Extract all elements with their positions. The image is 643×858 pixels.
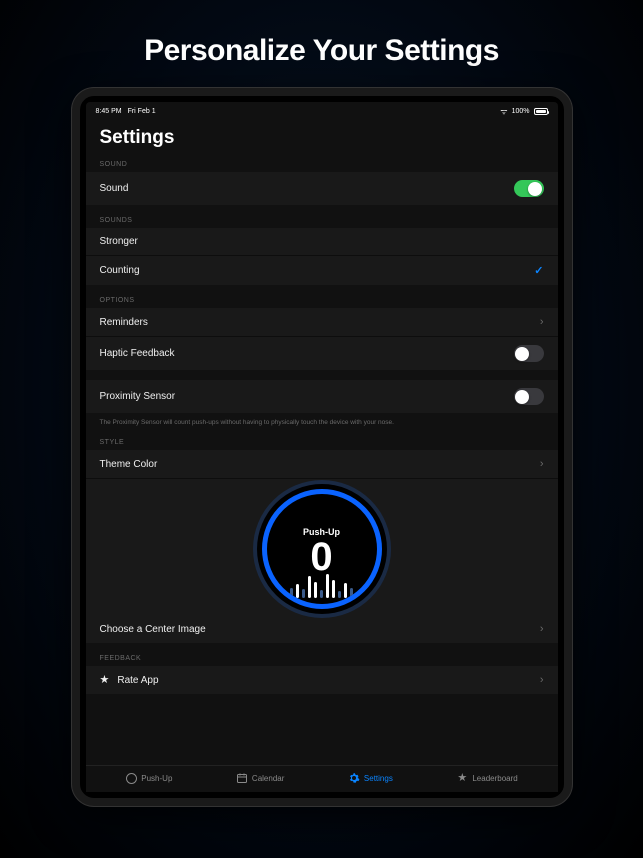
- row-label: Counting: [100, 265, 140, 276]
- battery-pct: 100%: [512, 108, 530, 115]
- tab-calendar[interactable]: Calendar: [236, 772, 284, 784]
- chevron-right-icon: ›: [540, 316, 544, 328]
- settings-content: SOUND Sound SOUNDS Stronger Counting ✓ O…: [86, 155, 558, 765]
- row-label: Rate App: [117, 675, 158, 686]
- tab-label: Leaderboard: [472, 774, 517, 783]
- center-widget-preview: Push-Up 0: [86, 479, 558, 615]
- chevron-right-icon: ›: [540, 458, 544, 470]
- chevron-right-icon: ›: [540, 623, 544, 635]
- row-label: Sound: [100, 183, 129, 194]
- star-icon: ★: [456, 772, 468, 784]
- section-header-sounds: SOUNDS: [86, 207, 558, 228]
- row-label: Reminders: [100, 317, 148, 328]
- chevron-right-icon: ›: [540, 674, 544, 686]
- star-icon: ★: [100, 675, 110, 686]
- row-label: Choose a Center Image: [100, 624, 206, 635]
- widget-bars: [267, 568, 377, 598]
- section-header-options: OPTIONS: [86, 287, 558, 308]
- row-haptic[interactable]: Haptic Feedback: [86, 337, 558, 370]
- row-rate-app[interactable]: ★ Rate App ›: [86, 666, 558, 694]
- row-sound-option-stronger[interactable]: Stronger: [86, 228, 558, 256]
- row-reminders[interactable]: Reminders ›: [86, 308, 558, 337]
- section-header-feedback: FEEDBACK: [86, 645, 558, 666]
- tab-pushup[interactable]: Push-Up: [125, 772, 172, 784]
- row-center-image[interactable]: Choose a Center Image ›: [86, 615, 558, 643]
- section-header-style: STYLE: [86, 429, 558, 450]
- row-label: Stronger: [100, 236, 138, 247]
- tab-leaderboard[interactable]: ★ Leaderboard: [456, 772, 517, 784]
- row-label: Proximity Sensor: [100, 391, 176, 402]
- calendar-icon: [236, 772, 248, 784]
- section-header-sound: SOUND: [86, 155, 558, 172]
- app-screen: 8:45 PM Fri Feb 1 ᯤ 100% Settings SOUND …: [86, 102, 558, 792]
- proximity-note: The Proximity Sensor will count push-ups…: [86, 415, 558, 429]
- tab-settings[interactable]: Settings: [348, 772, 393, 784]
- toggle-proximity[interactable]: [514, 388, 544, 405]
- checkmark-icon: ✓: [534, 264, 543, 277]
- hero-title: Personalize Your Settings: [0, 0, 643, 88]
- wifi-icon: ᯤ: [500, 106, 507, 117]
- row-label: Haptic Feedback: [100, 348, 175, 359]
- row-theme-color[interactable]: Theme Color ›: [86, 450, 558, 479]
- tab-label: Push-Up: [141, 774, 172, 783]
- row-sound-option-counting[interactable]: Counting ✓: [86, 256, 558, 285]
- status-date: Fri Feb 1: [128, 108, 156, 115]
- row-label: Theme Color: [100, 459, 158, 470]
- toggle-sound[interactable]: [514, 180, 544, 197]
- tab-label: Calendar: [252, 774, 284, 783]
- tab-label: Settings: [364, 774, 393, 783]
- status-time: 8:45 PM: [96, 108, 122, 115]
- pushup-counter-widget: Push-Up 0: [262, 489, 382, 609]
- gear-icon: [348, 772, 360, 784]
- page-title: Settings: [86, 119, 558, 155]
- toggle-haptic[interactable]: [514, 345, 544, 362]
- status-bar: 8:45 PM Fri Feb 1 ᯤ 100%: [86, 102, 558, 119]
- row-proximity[interactable]: Proximity Sensor: [86, 380, 558, 413]
- tab-bar: Push-Up Calendar Settings ★ Leaderboard: [86, 765, 558, 792]
- ipad-frame: 8:45 PM Fri Feb 1 ᯤ 100% Settings SOUND …: [72, 88, 572, 806]
- battery-icon: [534, 108, 548, 115]
- row-sound[interactable]: Sound: [86, 172, 558, 205]
- ring-icon: [125, 772, 137, 784]
